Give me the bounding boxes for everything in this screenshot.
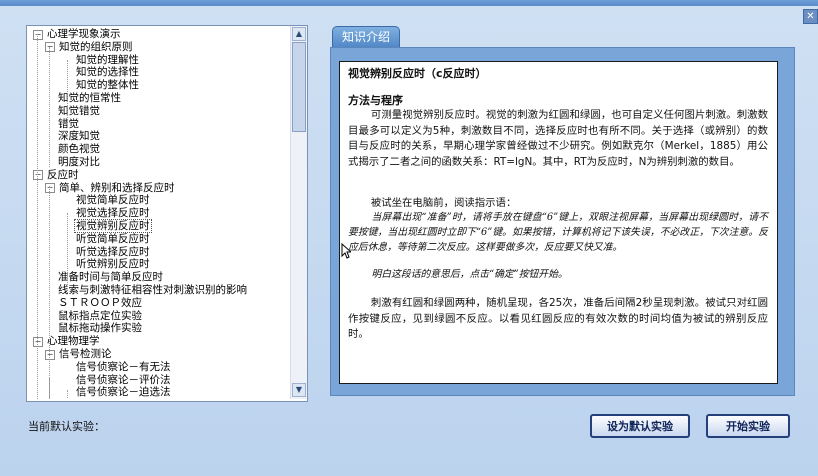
- tree-item-label: 心理物理学: [47, 335, 100, 348]
- tree-scrollbar[interactable]: ▲ ▼: [290, 26, 307, 399]
- tree-item-label: 知觉错觉: [58, 104, 100, 117]
- tab-knowledge-intro[interactable]: 知识介绍: [332, 26, 400, 48]
- tree-item[interactable]: 知觉的理解性: [75, 54, 140, 67]
- tree-item[interactable]: 准备时间与简单反应时: [57, 271, 164, 284]
- doc-paragraph-method: 可测量视觉辨别反应时。视觉的刺激为红圆和绿圆，也可自定义任何图片刺激。刺激数目最…: [348, 109, 768, 168]
- tree-item-label: 反应时: [47, 168, 79, 181]
- close-button[interactable]: ✕: [803, 9, 818, 24]
- tree-item-label: 信号侦察论－有无法: [76, 360, 171, 373]
- tree-item[interactable]: 错觉: [57, 118, 80, 131]
- tree-item[interactable]: 视觉辨别反应时: [74, 219, 152, 233]
- tree-guide-line: [67, 390, 68, 399]
- tree-item-label: 深度知觉: [58, 130, 100, 143]
- tree-item-label: 鼠标拖动操作实验: [58, 322, 142, 335]
- tree-item-label: 简单、辨别和选择反应时: [59, 181, 175, 194]
- tree-item[interactable]: − 简单、辨别和选择反应时: [45, 182, 176, 195]
- mouse-cursor-icon: [341, 243, 351, 259]
- tree-item[interactable]: − 反应时: [33, 169, 80, 182]
- doc-paragraph-procedure: 刺激有红圆和绿圆两种，随机呈现，各25次，准备后间隔2秒呈现刺激。被试只对红圆作…: [348, 297, 768, 340]
- tree-item[interactable]: 知觉的整体性: [75, 79, 140, 92]
- tree-item[interactable]: 线索与刺激特征相容性对刺激识别的影响: [57, 284, 248, 297]
- tree-item[interactable]: 知觉的选择性: [75, 66, 140, 79]
- doc-section-heading: 方法与程序: [348, 94, 403, 107]
- tree-item-label: 视觉简单反应时: [76, 194, 150, 207]
- tree-item[interactable]: 信号侦察论－迫选法: [75, 386, 172, 399]
- experiment-tree[interactable]: − 心理学现象演示 − 知觉的组织原则 知觉的理解性 知觉的选择性 知觉的整体性 知觉的恒常性…: [26, 25, 308, 402]
- tree-item-label: 视觉选择反应时: [76, 207, 150, 220]
- tree-item-label: 准备时间与简单反应时: [58, 271, 163, 284]
- tree-collapse-icon[interactable]: −: [33, 29, 43, 40]
- start-experiment-button[interactable]: 开始实验: [706, 414, 790, 438]
- tree-item-label: 心理学现象演示: [47, 28, 121, 40]
- tree-item-label: 错觉: [58, 117, 79, 130]
- tree-item[interactable]: − 心理学现象演示: [33, 28, 122, 41]
- tree-item-label: 明度对比: [58, 156, 100, 168]
- doc-title: 视觉辨别反应时（c反应时）: [348, 67, 487, 80]
- current-default-experiment-label: 当前默认实验：: [28, 420, 105, 433]
- tree-item[interactable]: − 心理物理学: [33, 335, 101, 348]
- tree-item[interactable]: 颜色视觉: [57, 143, 101, 156]
- doc-instruction-confirm: 明白这段话的意思后，点击“确定”按钮开始。: [371, 269, 568, 280]
- tree-item[interactable]: 深度知觉: [57, 130, 101, 143]
- tree-item[interactable]: ＳＴＲＯＯＰ效应: [57, 297, 143, 310]
- tree-item[interactable]: 明度对比: [57, 156, 101, 169]
- tree-collapse-icon[interactable]: −: [45, 349, 55, 360]
- tree-item-label: 听觉辨别反应时: [76, 258, 150, 271]
- tree-guide-line: [49, 47, 50, 167]
- tree-item-label: ＳＴＲＯＯＰ效应: [58, 296, 142, 309]
- tree-item[interactable]: − 信号检测论: [45, 348, 113, 361]
- tree-item[interactable]: 视觉选择反应时: [75, 207, 151, 220]
- tree-item-label: 知觉的选择性: [76, 66, 139, 79]
- tree-item[interactable]: 听觉选择反应时: [75, 246, 151, 259]
- tree-item-label: 信号检测论: [59, 348, 112, 360]
- tree-collapse-icon[interactable]: −: [45, 183, 55, 194]
- set-default-experiment-button[interactable]: 设为默认实验: [590, 414, 690, 438]
- tree-item-label: 知觉的整体性: [76, 79, 139, 92]
- tree-collapse-icon[interactable]: −: [33, 170, 43, 181]
- tree-guide-line: [67, 213, 68, 293]
- tree-collapse-icon[interactable]: −: [45, 42, 55, 53]
- tree-item[interactable]: 信号侦察论－评价法: [75, 374, 172, 387]
- tree-item[interactable]: 听觉简单反应时: [75, 233, 151, 246]
- tree-item-label: 知觉的组织原则: [59, 40, 133, 53]
- tree-guide-line: [67, 60, 68, 120]
- tree-guide-line: [49, 378, 50, 399]
- tree-guide-line: [49, 186, 50, 399]
- knowledge-document: 视觉辨别反应时（c反应时） 方法与程序 可测量视觉辨别反应时。视觉的刺激为红圆和…: [339, 61, 778, 384]
- scroll-thumb[interactable]: [292, 42, 306, 132]
- tree-item[interactable]: 信号侦察论－有无法: [75, 361, 172, 374]
- tree-item-label: 线索与刺激特征相容性对刺激识别的影响: [58, 284, 247, 296]
- tree-item-label: 信号侦察论－评价法: [76, 373, 171, 386]
- tree-item-label: 听觉简单反应时: [76, 232, 150, 245]
- tree-item[interactable]: 鼠标指点定位实验: [57, 310, 143, 323]
- tree-item[interactable]: 知觉错觉: [57, 105, 101, 118]
- tree-item-label: 信号侦察论－迫选法: [76, 386, 171, 399]
- doc-instruction-text: 当屏幕出现“准备”时，请将手放在键盘“6”键上，双眼注视屏幕，当屏幕出现绿圆时，…: [348, 212, 768, 253]
- tree-item-label: 知觉的理解性: [76, 53, 139, 66]
- scroll-up-arrow-icon[interactable]: ▲: [292, 27, 306, 41]
- tree-item-label: 视觉辨别反应时: [74, 219, 152, 233]
- tree-guide-line: [37, 34, 38, 399]
- tree-item[interactable]: − 知觉的组织原则: [45, 41, 134, 54]
- tree-item-label: 颜色视觉: [58, 143, 100, 156]
- tree-item-label: 听觉选择反应时: [76, 245, 150, 258]
- tree-list: − 心理学现象演示 − 知觉的组织原则 知觉的理解性 知觉的选择性 知觉的整体性 知觉的恒常性…: [27, 26, 289, 399]
- tree-item[interactable]: 听觉辨别反应时: [75, 258, 151, 271]
- tree-item[interactable]: 鼠标拖动操作实验: [57, 322, 143, 335]
- tree-collapse-icon[interactable]: −: [33, 336, 43, 347]
- tree-item-label: 鼠标指点定位实验: [58, 309, 142, 322]
- tree-item[interactable]: 视觉简单反应时: [75, 194, 151, 207]
- scroll-down-arrow-icon[interactable]: ▼: [292, 383, 306, 397]
